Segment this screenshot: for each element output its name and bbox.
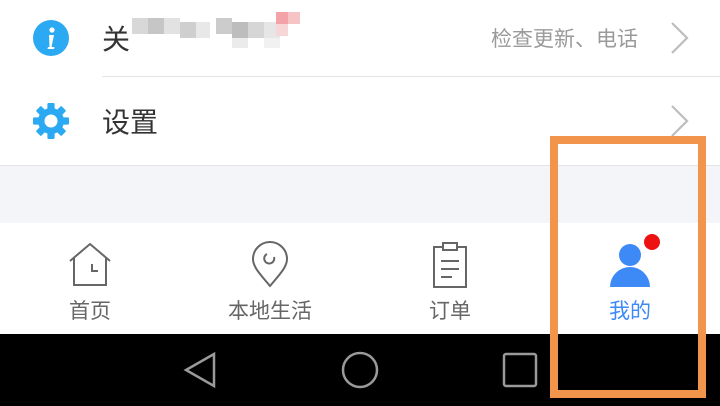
redacted-text-blur <box>132 12 300 48</box>
tab-label: 我的 <box>609 299 651 323</box>
tab-home[interactable]: 首页 <box>0 223 180 334</box>
notification-badge <box>644 234 660 250</box>
chevron-right-icon <box>671 105 689 137</box>
bottom-tab-bar: 首页 本地生活 订单 我的 <box>0 223 720 334</box>
about-title: 关 <box>102 23 131 56</box>
tab-label: 首页 <box>69 299 111 323</box>
tab-label: 本地生活 <box>228 299 312 323</box>
location-pin-icon <box>251 241 289 288</box>
info-icon <box>32 19 70 57</box>
tab-mine[interactable]: 我的 <box>540 223 720 334</box>
settings-title: 设置 <box>102 106 159 139</box>
about-detail: 检查更新、电话 <box>491 27 638 51</box>
system-nav-bar <box>0 334 720 406</box>
back-icon[interactable] <box>180 350 220 390</box>
menu-item-about[interactable]: 关 检查更新、电话 <box>0 0 720 77</box>
home-icon <box>69 242 111 286</box>
menu-item-settings[interactable]: 设置 <box>0 77 720 165</box>
section-spacer <box>0 165 720 224</box>
recents-square-icon[interactable] <box>500 350 540 390</box>
gear-icon <box>32 102 70 140</box>
chevron-right-icon <box>671 22 689 54</box>
tab-local-life[interactable]: 本地生活 <box>180 223 360 334</box>
home-circle-icon[interactable] <box>340 350 380 390</box>
tab-label: 订单 <box>429 299 471 323</box>
order-clipboard-icon <box>433 242 467 288</box>
tab-orders[interactable]: 订单 <box>360 223 540 334</box>
